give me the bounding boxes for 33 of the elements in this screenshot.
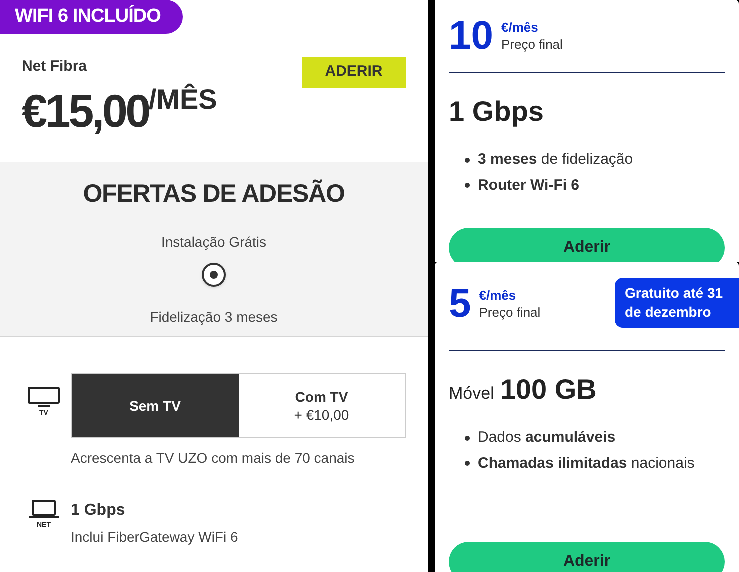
note: Fidelização 3 meses [150, 308, 278, 327]
bullet-icon [465, 158, 470, 163]
heading: 1 Gbps [449, 95, 544, 129]
description: Inclui FiberGateway WiFi 6 [71, 528, 238, 547]
heading-prefix: Móvel [449, 383, 494, 405]
join-button[interactable]: Aderir [449, 228, 725, 262]
option-label: Instalação Grátis [161, 232, 267, 252]
price-unit: /MÊS [148, 84, 218, 114]
description: Acrescenta a TV UZO com mais de 70 canais [71, 449, 356, 468]
price-unit: €/mês [479, 287, 518, 304]
heading: 100 GB [500, 373, 597, 407]
join-button[interactable]: ADERIR [302, 57, 406, 88]
promo-badge: WIFI 6 INCLUÍDO [0, 0, 183, 34]
price-note: Preço final [479, 304, 541, 321]
price-note: Preço final [502, 36, 563, 53]
bullet-icon [465, 461, 470, 466]
tv-option[interactable]: Sem TV [72, 374, 238, 437]
promo-badge: Gratuito até 31 de dezembro [615, 278, 739, 328]
speed: 1 Gbps [71, 501, 126, 521]
radio-button[interactable] [202, 262, 226, 286]
price-unit: €/mês [502, 19, 540, 36]
section-title: OFERTAS DE ADESÃO [83, 178, 345, 210]
feature-text: Router Wi-Fi 6 [478, 176, 580, 196]
price: 5 [449, 284, 472, 324]
feature-text: Chamadas ilimitadas nacionais [478, 454, 695, 474]
bullet-icon [465, 436, 470, 441]
price: 10 [449, 16, 494, 56]
join-button[interactable]: Aderir [449, 542, 725, 572]
plan-name: Net Fibra [22, 57, 88, 77]
bullet-icon [465, 183, 470, 188]
price: €15,00 [22, 84, 149, 136]
feature-text: Dados acumuláveis [478, 428, 616, 448]
feature-text: 3 meses de fidelização [478, 150, 634, 170]
